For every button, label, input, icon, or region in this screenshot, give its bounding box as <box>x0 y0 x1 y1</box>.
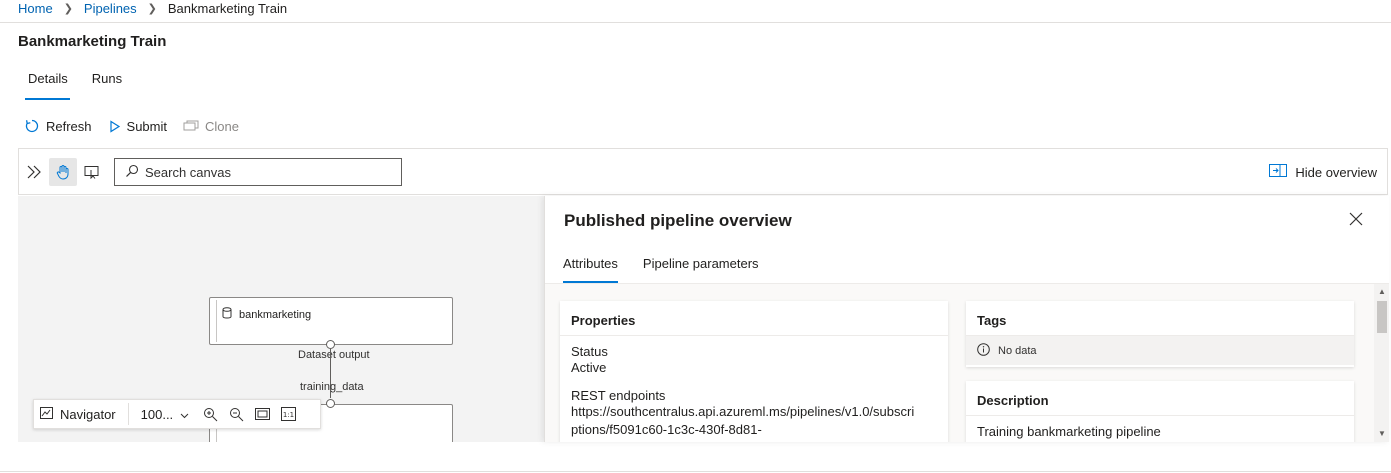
divider <box>0 471 1391 472</box>
refresh-button[interactable]: Refresh <box>24 118 92 134</box>
overview-scrollbar[interactable]: ▲ ▼ <box>1374 284 1389 442</box>
input-port-label: training_data <box>300 381 364 393</box>
page-tabs: Details Runs <box>25 71 146 100</box>
properties-card: Properties Status Active REST endpoints … <box>560 301 948 442</box>
tags-card: Tags No data <box>966 301 1354 367</box>
search-icon <box>125 164 139 181</box>
endpoint-url-line-1[interactable]: https://southcentralus.api.azureml.ms/pi… <box>560 403 930 421</box>
endpoint-url-line-2[interactable]: ptions/f5091c60-1c3c-430f-8d81- <box>560 421 930 439</box>
description-card: Description Training bankmarketing pipel… <box>966 381 1354 442</box>
divider <box>0 22 1391 23</box>
expand-icon[interactable] <box>23 161 45 183</box>
breadcrumb-pipelines[interactable]: Pipelines <box>84 1 137 16</box>
overview-title: Published pipeline overview <box>564 211 792 230</box>
chevron-right-icon: ❯ <box>63 2 73 15</box>
info-icon <box>977 342 990 359</box>
description-text: Training bankmarketing pipeline <box>977 424 1161 439</box>
breadcrumb-home[interactable]: Home <box>18 1 53 16</box>
actual-size-icon[interactable]: 1:1 <box>277 403 299 425</box>
submit-label: Submit <box>126 118 167 134</box>
search-canvas-input[interactable] <box>145 164 385 180</box>
dataset-icon <box>222 307 232 322</box>
breadcrumb-current: Bankmarketing Train <box>167 0 288 16</box>
input-port[interactable] <box>326 399 335 408</box>
overview-body: Properties Status Active REST endpoints … <box>545 284 1375 442</box>
node-label: bankmarketing <box>222 307 311 322</box>
overview-panel: Published pipeline overview Attributes P… <box>544 196 1389 442</box>
pan-hand-icon[interactable] <box>49 158 77 186</box>
tab-pipeline-parameters[interactable]: Pipeline parameters <box>643 256 759 283</box>
scroll-down-icon[interactable]: ▼ <box>1377 429 1387 439</box>
scroll-up-icon[interactable]: ▲ <box>1377 287 1387 297</box>
navigator-icon <box>40 406 53 422</box>
output-port-label: Dataset output <box>298 349 370 361</box>
page-title: Bankmarketing Train <box>18 33 167 50</box>
tags-heading: Tags <box>966 301 1354 336</box>
refresh-icon <box>24 118 40 134</box>
pipeline-node-bankmarketing[interactable]: bankmarketing <box>209 297 453 345</box>
select-icon[interactable] <box>81 161 103 183</box>
panel-icon <box>1269 164 1288 180</box>
navigator-label: Navigator <box>60 406 116 422</box>
tags-empty-text: No data <box>998 344 1037 357</box>
status-value: Active <box>571 360 607 375</box>
clone-label: Clone <box>205 118 239 134</box>
submit-button[interactable]: Submit <box>108 119 167 134</box>
tab-runs[interactable]: Runs <box>92 71 122 100</box>
zoom-value: 100... <box>140 406 174 422</box>
search-canvas-field[interactable] <box>114 158 402 186</box>
svg-text:1:1: 1:1 <box>283 411 294 419</box>
endpoints-label: REST endpoints <box>571 388 666 403</box>
play-icon <box>108 119 121 133</box>
canvas-toolbar: Hide overview <box>18 148 1388 195</box>
zoom-in-icon[interactable] <box>199 403 221 425</box>
tab-details[interactable]: Details <box>25 71 70 100</box>
node-accent-bar <box>216 300 217 342</box>
status-label: Status <box>571 344 608 359</box>
description-heading: Description <box>966 381 1354 416</box>
breadcrumb: Home ❯ Pipelines ❯ Bankmarketing Train <box>18 0 287 16</box>
chevron-right-icon: ❯ <box>147 2 157 15</box>
overview-tabs: Attributes Pipeline parameters <box>563 256 784 283</box>
output-port[interactable] <box>326 340 335 349</box>
zoom-out-icon[interactable] <box>225 403 247 425</box>
fit-to-screen-icon[interactable] <box>251 403 273 425</box>
refresh-label: Refresh <box>46 118 92 134</box>
clone-button[interactable]: Clone <box>183 119 239 134</box>
navigator-toolbar: Navigator 100... 1:1 <box>33 399 321 429</box>
tab-attributes[interactable]: Attributes <box>563 256 618 283</box>
clone-icon <box>183 120 199 132</box>
pipeline-canvas[interactable]: bankmarketing Dataset output training_da… <box>18 196 544 442</box>
navigator-button[interactable]: Navigator <box>34 406 128 422</box>
chevron-down-icon <box>180 407 189 422</box>
zoom-dropdown[interactable]: 100... <box>129 407 196 422</box>
hide-overview-label: Hide overview <box>1295 164 1377 180</box>
node-title: bankmarketing <box>239 308 312 321</box>
tags-empty-row: No data <box>966 336 1354 365</box>
close-icon[interactable] <box>1349 212 1365 228</box>
properties-heading: Properties <box>560 301 948 336</box>
scroll-thumb[interactable] <box>1377 301 1387 333</box>
action-toolbar: Refresh Submit Clone <box>24 118 239 134</box>
hide-overview-button[interactable]: Hide overview <box>1269 164 1377 180</box>
